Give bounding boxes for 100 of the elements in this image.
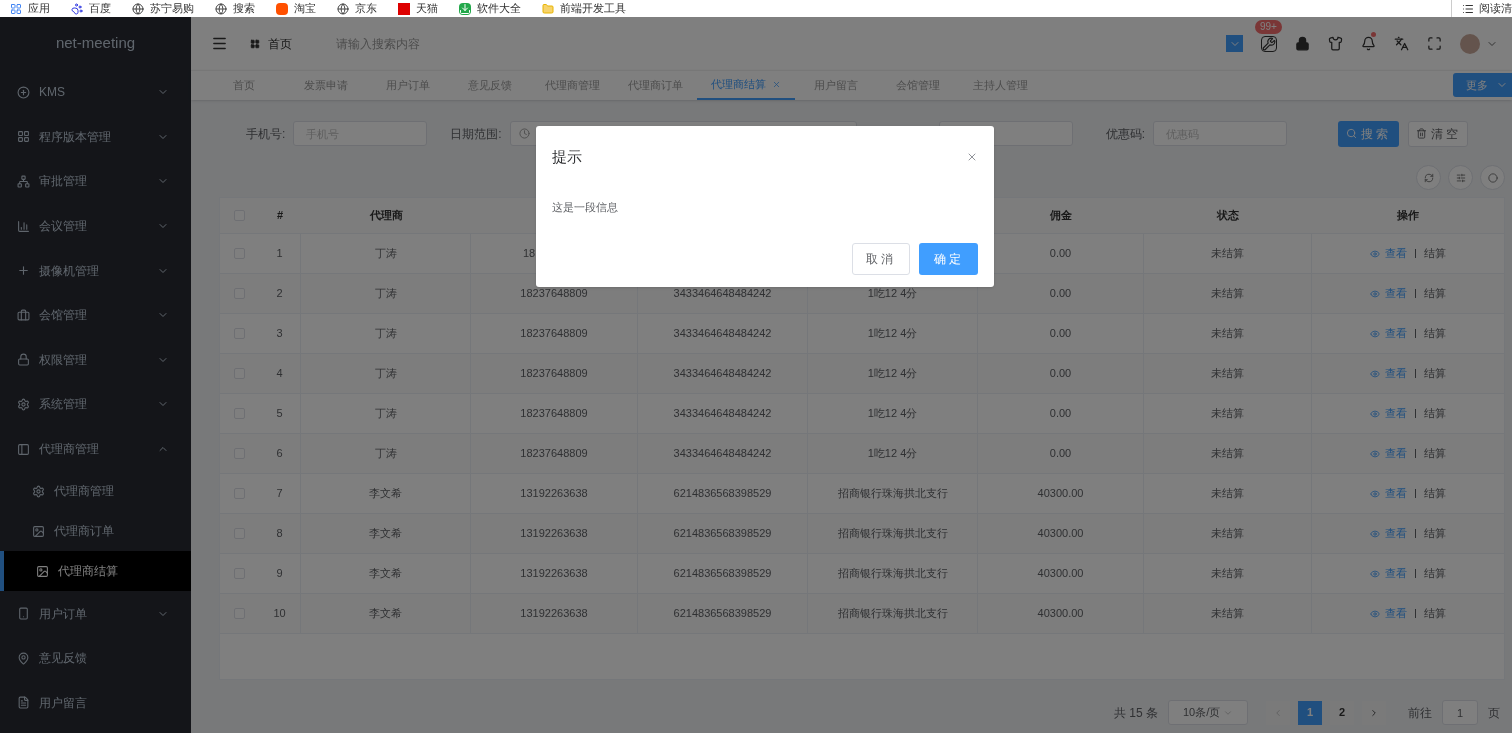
table-cell-text: 丁涛 xyxy=(374,446,397,462)
settle-link[interactable]: 结算 xyxy=(1424,325,1446,342)
table-cell-text: 李文希 xyxy=(369,526,402,542)
avatar-icon[interactable] xyxy=(1460,33,1480,54)
column-header: 佣金 xyxy=(1050,208,1072,224)
eye-icon xyxy=(1370,528,1380,539)
table-cell-text: 18237648809 xyxy=(520,326,588,342)
sidebar-item[interactable]: KMS xyxy=(0,70,191,115)
view-link[interactable]: 查看 xyxy=(1370,485,1407,502)
bookmark-link[interactable]: 软件大全 xyxy=(459,0,521,17)
view-link[interactable]: 查看 xyxy=(1370,445,1407,462)
table-cell-text: 3433464648484242 xyxy=(673,326,772,342)
view-link[interactable]: 查看 xyxy=(1370,525,1407,542)
sidebar-item[interactable]: 审批管理 xyxy=(0,159,191,204)
bookmark-link[interactable]: 淘宝 xyxy=(276,0,316,17)
table-cell-text: 丁涛 xyxy=(374,326,397,342)
sidebar-item[interactable]: 摄像机管理 xyxy=(0,248,191,293)
view-link[interactable]: 查看 xyxy=(1370,565,1407,582)
table-cell-text: 6214836568398529 xyxy=(673,526,772,542)
table-cell-text: 2 xyxy=(276,286,283,302)
sidebar-item[interactable]: 用户留言 xyxy=(0,680,191,726)
more-button[interactable]: 更多 xyxy=(1453,73,1512,97)
bookmark-link[interactable]: 百度 xyxy=(71,0,111,17)
table-cell-text: 0.00 xyxy=(1049,246,1072,262)
bookmark-link[interactable]: 应用 xyxy=(10,0,50,17)
settle-link[interactable]: 结算 xyxy=(1424,365,1446,382)
column-header: 操作 xyxy=(1397,208,1419,224)
bookmark-link[interactable]: 搜索 xyxy=(215,0,255,17)
page-size-select[interactable]: 10条/页 xyxy=(1168,700,1248,725)
sidebar-subitem[interactable]: 代理商结算 xyxy=(0,551,191,592)
bookmark-link[interactable]: 前端开发工具 xyxy=(542,0,626,17)
view-link[interactable]: 查看 xyxy=(1370,405,1407,422)
sidebar-item[interactable]: 用户订单 xyxy=(0,591,191,636)
menu-icon[interactable] xyxy=(211,35,228,52)
settle-link[interactable]: 结算 xyxy=(1424,405,1446,422)
search-button[interactable]: 搜索 xyxy=(1338,120,1400,147)
settle-link[interactable]: 结算 xyxy=(1424,605,1446,622)
globe-icon xyxy=(132,2,144,15)
settle-link[interactable]: 结算 xyxy=(1424,445,1446,462)
table-cell-text: 3433464648484242 xyxy=(673,446,772,462)
table-cell-text: 1吃12 4分 xyxy=(867,406,918,422)
page-button[interactable]: 1 xyxy=(1298,700,1322,725)
image-icon xyxy=(32,524,45,538)
breadcrumb[interactable]: 首页 xyxy=(250,34,292,53)
refresh-button[interactable] xyxy=(1416,165,1441,190)
reading-list-link[interactable]: 阅读清 xyxy=(1451,0,1512,17)
fullscreen-icon[interactable] xyxy=(1427,36,1442,51)
table-cell-text: 李文希 xyxy=(369,606,402,622)
sidebar-item[interactable]: 代理商管理 xyxy=(0,426,191,472)
settle-link[interactable]: 结算 xyxy=(1424,525,1446,542)
view-link[interactable]: 查看 xyxy=(1370,245,1407,262)
view-link[interactable]: 查看 xyxy=(1370,365,1407,382)
search-toggle-button[interactable] xyxy=(1480,165,1505,190)
settle-link[interactable]: 结算 xyxy=(1424,245,1446,262)
view-link[interactable]: 查看 xyxy=(1370,325,1407,342)
table-cell-text: 4 xyxy=(276,366,283,382)
sidebar-item[interactable]: 系统管理 xyxy=(0,382,191,427)
table-cell-text: 18 xyxy=(523,246,536,262)
settle-link[interactable]: 结算 xyxy=(1424,285,1446,302)
sidebar-item[interactable]: 会议管理 xyxy=(0,203,191,249)
sidebar-item[interactable]: 会馆管理 xyxy=(0,292,191,338)
bookmark-link[interactable]: 京东 xyxy=(337,0,377,17)
confirm-button[interactable]: 确定 xyxy=(919,243,978,275)
wrench-icon[interactable] xyxy=(1261,35,1277,52)
table-cell-text: 1吃12 4分 xyxy=(867,326,918,342)
bookmark-link[interactable]: 苏宁易购 xyxy=(132,0,194,17)
eye-icon xyxy=(1370,488,1380,499)
table-cell-text: 丁涛 xyxy=(374,366,397,382)
sidebar-item[interactable]: 意见反馈 xyxy=(0,635,191,681)
globe-icon xyxy=(215,2,227,15)
bell-icon[interactable] xyxy=(1361,36,1376,51)
table-cell-text: 6214836568398529 xyxy=(673,486,772,502)
bar-chart-icon xyxy=(17,219,30,233)
eye-icon xyxy=(1370,288,1380,299)
settle-link[interactable]: 结算 xyxy=(1424,565,1446,582)
filter-button[interactable] xyxy=(1448,165,1473,190)
sidebar-item[interactable]: 权限管理 xyxy=(0,337,191,383)
grid-icon xyxy=(17,130,30,144)
gear-icon xyxy=(17,397,30,411)
dropdown-toggle[interactable] xyxy=(1226,35,1243,52)
view-link[interactable]: 查看 xyxy=(1370,605,1407,622)
table-cell-text: 未结算 xyxy=(1211,246,1244,262)
table-cell-text: 18237648809 xyxy=(520,406,588,422)
document-icon xyxy=(17,696,30,710)
table-cell-text: 招商银行珠海拱北支行 xyxy=(837,526,948,542)
clear-button[interactable]: 清空 xyxy=(1408,120,1469,147)
bookmark-link[interactable]: 天猫 xyxy=(398,0,438,17)
image-icon xyxy=(36,564,49,578)
settle-link[interactable]: 结算 xyxy=(1424,485,1446,502)
sidebar-subitem[interactable]: 代理商管理 xyxy=(0,471,191,512)
sidebar-item[interactable]: 程序版本管理 xyxy=(0,114,191,160)
tab[interactable]: 代理商结算 xyxy=(697,71,795,100)
table-cell-text: 未结算 xyxy=(1211,286,1244,302)
translate-icon[interactable] xyxy=(1394,36,1409,51)
folder-icon xyxy=(542,2,554,15)
shirt-icon[interactable] xyxy=(1328,36,1343,51)
cancel-button[interactable]: 取消 xyxy=(852,243,910,275)
view-link[interactable]: 查看 xyxy=(1370,285,1407,302)
goto-page-field[interactable]: 1 xyxy=(1442,700,1478,725)
table-cell-text: 1吃12 4分 xyxy=(867,446,918,462)
